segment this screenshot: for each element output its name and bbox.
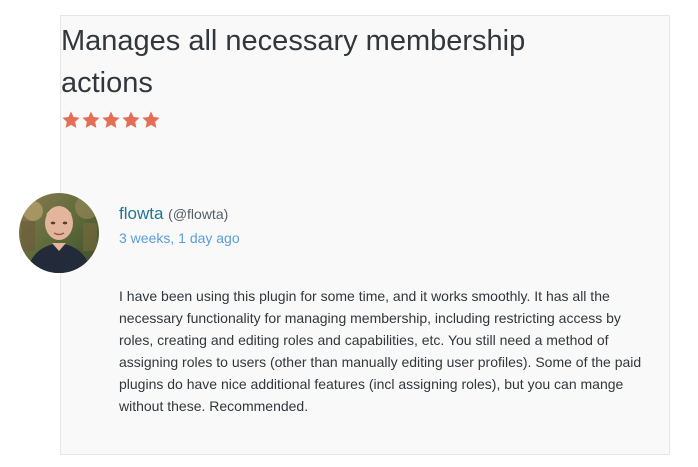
- star-filled-icon: [81, 110, 101, 130]
- avatar[interactable]: [19, 193, 99, 273]
- star-filled-icon: [121, 110, 141, 130]
- star-rating: [61, 110, 161, 130]
- review-title: Manages all necessary membership actions: [61, 25, 526, 99]
- star-filled-icon: [61, 110, 81, 130]
- author-line: flowta (@flowta): [119, 203, 228, 225]
- star-filled-icon: [101, 110, 121, 130]
- author-name-link[interactable]: flowta: [119, 204, 163, 223]
- review-body: I have been using this plugin for some t…: [119, 288, 642, 414]
- review-date-link[interactable]: 3 weeks, 1 day ago: [119, 229, 240, 247]
- author-handle: (@flowta): [168, 206, 229, 222]
- star-filled-icon: [141, 110, 161, 130]
